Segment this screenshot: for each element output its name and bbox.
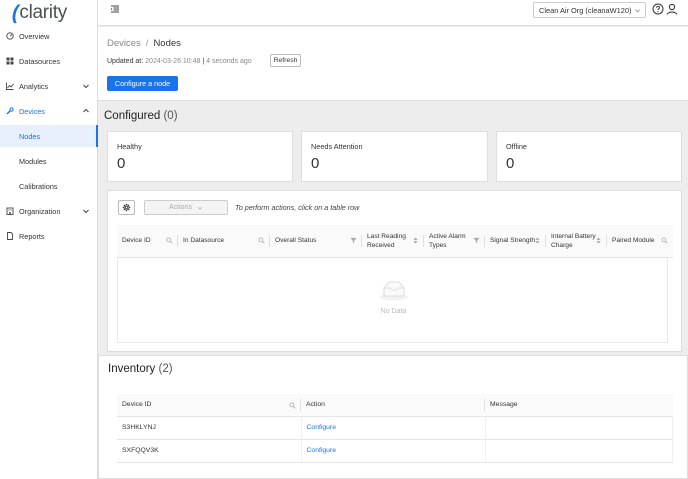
chevron-down-icon — [83, 209, 89, 214]
help-icon[interactable] — [652, 3, 664, 15]
configure-node-button[interactable]: Configure a node — [107, 76, 178, 91]
offline-card: Offline 0 — [496, 131, 682, 182]
configured-title: Configured (0) — [104, 110, 178, 122]
updated-at: Updated at: 2024-03-26 10:48 | 4 seconds… — [107, 58, 252, 65]
column-header-internal-battery[interactable]: Internal Battery Charge — [546, 225, 607, 258]
sidebar: (clarity Overview Datasources Analytics … — [0, 0, 98, 479]
inventory-title: Inventory (2) — [108, 363, 173, 375]
grid-icon — [6, 57, 14, 65]
organization-select[interactable]: Clean Air Org (cleanaW120) — [533, 2, 646, 18]
column-header-in-datasource[interactable]: In Datasource — [178, 225, 270, 258]
column-header-signal-strength[interactable]: Signal Strength — [485, 225, 546, 258]
organization-icon — [6, 207, 14, 215]
empty-state: No Data — [117, 257, 668, 343]
column-header-last-reading[interactable]: Last Reading Received — [362, 225, 424, 258]
sidebar-item-nodes[interactable]: Nodes — [0, 125, 98, 147]
search-icon[interactable] — [289, 402, 296, 409]
breadcrumb: Devices / Nodes — [107, 38, 181, 49]
dashboard-icon — [6, 32, 14, 40]
chevron-down-icon — [83, 84, 89, 89]
breadcrumb-nodes: Nodes — [153, 38, 181, 49]
sidebar-item-reports[interactable]: Reports — [0, 225, 98, 247]
sidebar-item-analytics[interactable]: Analytics — [0, 75, 98, 97]
page-header: Devices / Nodes Updated at: 2024-03-26 10:… — [98, 27, 688, 101]
sort-icon[interactable] — [534, 237, 541, 244]
search-icon[interactable] — [166, 237, 173, 244]
configured-table: Device ID In Datasource Overall Status L… — [117, 225, 673, 258]
needs-attention-card: Needs Attention 0 — [301, 131, 488, 182]
inventory-column-device-id[interactable]: Device ID — [117, 394, 301, 417]
table-row[interactable]: SXFQQV3K Configure — [117, 439, 673, 463]
sidebar-item-datasources[interactable]: Datasources — [0, 50, 98, 72]
column-header-device-id[interactable]: Device ID — [117, 225, 178, 258]
inventory-column-message: Message — [485, 394, 673, 417]
sidebar-item-calibrations[interactable]: Calibrations — [0, 175, 98, 197]
menu-toggle-icon[interactable] — [110, 4, 120, 14]
clarity-logo[interactable]: (clarity — [0, 0, 97, 26]
inventory-panel: Inventory (2) Device ID Action Message S… — [98, 355, 688, 479]
top-bar: Clean Air Org (cleanaW120) — [98, 0, 688, 26]
chart-icon — [6, 82, 14, 90]
actions-hint: To perform actions, click on a table row — [235, 203, 360, 212]
breadcrumb-devices[interactable]: Devices — [107, 38, 141, 49]
empty-box-icon — [380, 281, 408, 301]
column-header-overall-status[interactable]: Overall Status — [270, 225, 362, 258]
inventory-column-action: Action — [301, 394, 485, 417]
column-header-active-alarm-types[interactable]: Active Alarm Types — [424, 225, 485, 258]
sidebar-item-overview[interactable]: Overview — [0, 25, 98, 47]
table-row[interactable]: S3HKLYNJ Configure — [117, 416, 673, 440]
sidebar-item-devices[interactable]: Devices — [0, 100, 98, 122]
column-header-paired-module[interactable]: Paired Module — [607, 225, 673, 258]
healthy-card: Healthy 0 — [107, 131, 293, 182]
user-icon[interactable] — [666, 3, 678, 15]
document-icon — [6, 232, 14, 240]
filter-icon[interactable] — [350, 237, 357, 244]
sidebar-item-modules[interactable]: Modules — [0, 150, 98, 172]
chevron-down-icon — [635, 9, 640, 13]
search-icon[interactable] — [258, 237, 265, 244]
sort-icon[interactable] — [595, 237, 602, 244]
actions-dropdown[interactable]: Actions — [144, 200, 228, 215]
gear-icon — [122, 203, 131, 212]
refresh-button[interactable]: Refresh — [270, 54, 301, 67]
search-icon[interactable] — [661, 237, 668, 244]
configure-link[interactable]: Configure — [307, 447, 336, 454]
chevron-up-icon — [83, 108, 89, 113]
configured-table-panel: Actions To perform actions, click on a t… — [107, 190, 682, 352]
caret-down-icon — [197, 206, 203, 210]
inventory-table: Device ID Action Message S3HKLYNJ Config… — [117, 394, 673, 463]
wrench-icon — [6, 107, 14, 115]
configure-link[interactable]: Configure — [307, 424, 336, 431]
sort-icon[interactable] — [412, 237, 419, 244]
sidebar-item-organization[interactable]: Organization — [0, 200, 98, 222]
table-settings-button[interactable] — [118, 200, 135, 215]
filter-icon[interactable] — [473, 237, 480, 244]
